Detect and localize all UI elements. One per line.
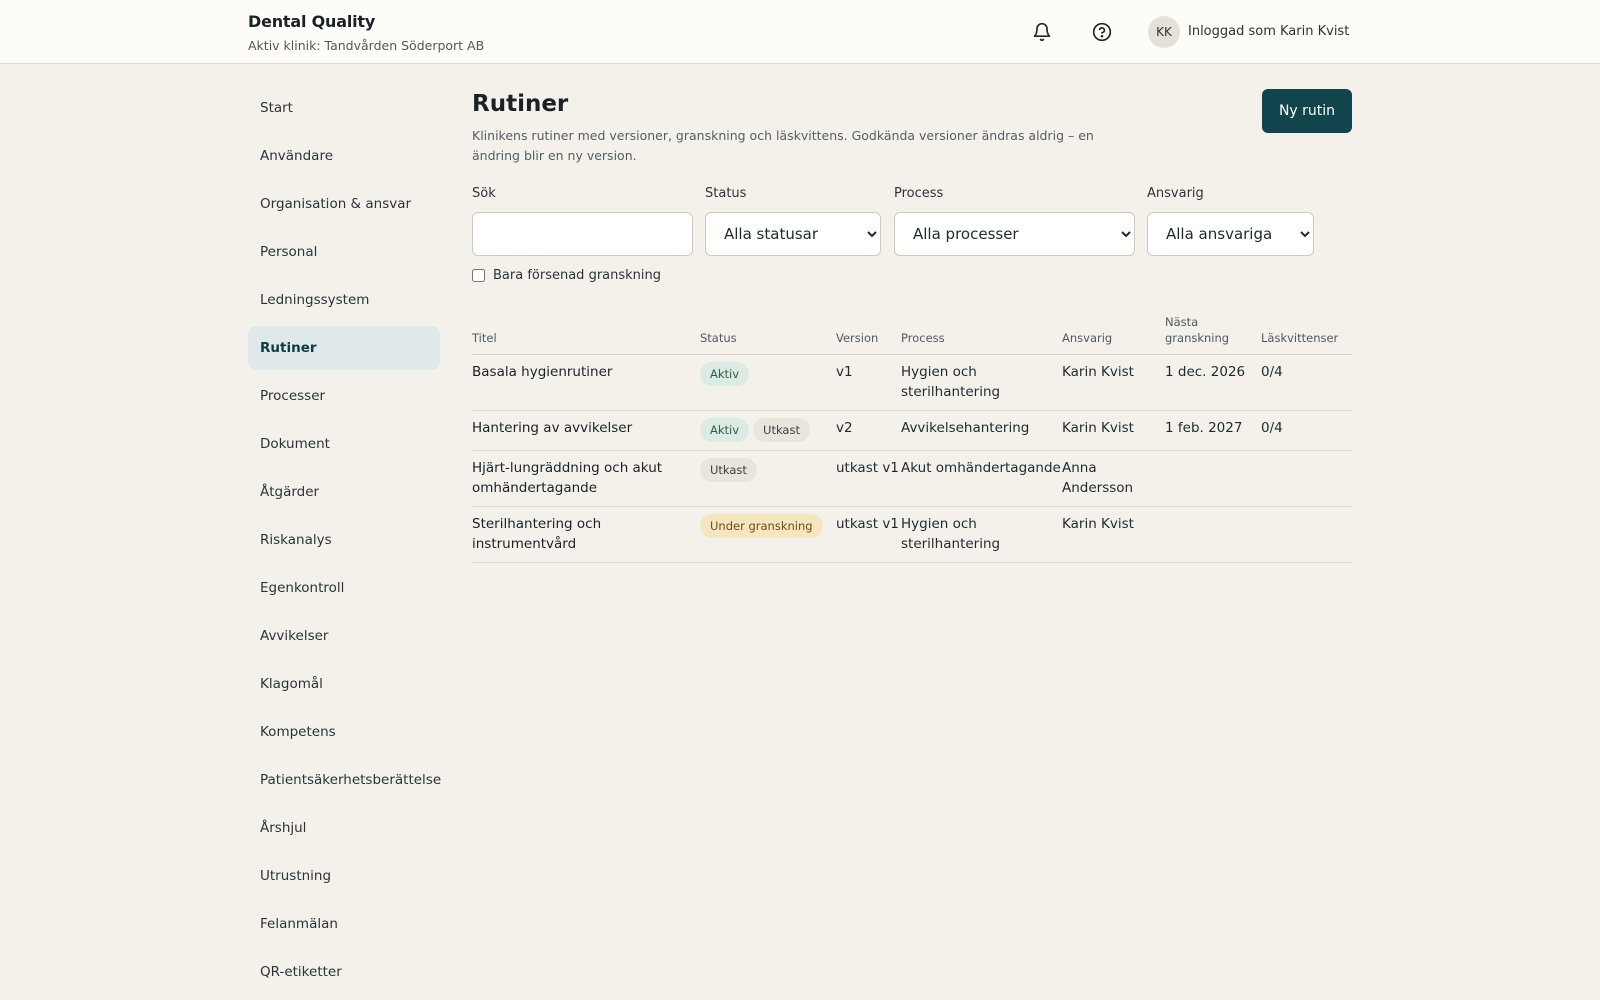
sidebar-item[interactable]: Riskanalys [248,518,440,562]
row-status: Aktiv [700,354,836,411]
table-row[interactable]: Hantering av avvikelser Aktiv Utkast v2 Avvi… [472,410,1352,451]
row-process: Hygien och sterilhantering [901,354,1062,411]
row-owner: Karin Kvist [1062,354,1165,411]
sidebar-item[interactable]: Rutiner [248,326,440,370]
sidebar-item[interactable]: Avvikelser [248,614,440,658]
process-select[interactable]: Alla processer [894,212,1135,256]
process-label: Process [894,186,944,201]
avatar[interactable]: KK [1148,16,1180,48]
sidebar-item[interactable]: Åtgärder [248,470,440,514]
sidebar-item[interactable]: Klagomål [248,662,440,706]
sidebar-item[interactable]: Felanmälan [248,902,440,946]
top-bar: Dental Quality Aktiv klinik: Tandvården … [0,0,1600,64]
status-badge: Utkast [753,418,810,442]
row-title: Hjärt-lungräddning och akut omhändertaga… [472,450,700,507]
col-process[interactable]: Process [901,314,1062,355]
status-badge: Aktiv [700,362,750,386]
brand: Dental Quality Aktiv klinik: Tandvården … [248,12,484,53]
col-read-receipts[interactable]: Läskvittenser [1261,314,1352,355]
row-read-receipts [1261,506,1352,563]
row-process: Hygien och sterilhantering [901,506,1062,563]
bell-icon[interactable] [1026,16,1058,48]
sidebar-item[interactable]: Årshjul [248,806,440,850]
sidebar-item[interactable]: QR-etiketter [248,950,440,994]
col-owner[interactable]: Ansvarig [1062,314,1165,355]
sidebar-item[interactable]: Processer [248,374,440,418]
owner-label: Ansvarig [1147,186,1204,201]
process-field: Process Alla processer [894,186,1135,256]
overdue-checkbox[interactable] [472,269,485,282]
row-read-receipts: 0/4 [1261,354,1352,411]
owner-field: Ansvarig Alla ansvariga [1147,186,1314,256]
sidebar-item[interactable]: Ledningssystem [248,278,440,322]
status-badge: Utkast [700,458,757,482]
sidebar-item[interactable]: Start [248,86,440,130]
row-read-receipts [1261,450,1352,507]
row-version: utkast v1 [836,450,901,507]
row-process: Avvikelsehantering [901,410,1062,451]
row-next-review: 1 feb. 2027 [1165,410,1261,451]
sidebar-item[interactable]: Organisation & ansvar [248,182,440,226]
col-status[interactable]: Status [700,314,836,355]
row-status: Under granskning [700,506,836,563]
help-circle-icon[interactable] [1086,16,1118,48]
row-next-review [1165,450,1261,507]
sidebar-item[interactable]: Dokument [248,422,440,466]
row-title: Hantering av avvikelser [472,410,700,451]
status-badge: Under granskning [700,514,823,538]
col-next-review[interactable]: Nästa granskning [1165,314,1261,355]
sidebar-item[interactable]: Personal [248,230,440,274]
status-select[interactable]: Alla statusar [705,212,881,256]
row-owner: Anna Andersson [1062,450,1165,507]
overdue-filter[interactable]: Bara försenad granskning [472,268,661,283]
new-routine-button[interactable]: Ny rutin [1262,89,1352,133]
app-title[interactable]: Dental Quality [248,12,484,31]
overdue-label: Bara försenad granskning [493,268,662,283]
sidebar-item[interactable]: Användare [248,134,440,178]
sidebar-item[interactable]: Egenkontroll [248,566,440,610]
col-title[interactable]: Titel [472,314,700,355]
row-read-receipts: 0/4 [1261,410,1352,451]
sidebar-item[interactable]: Utrustning [248,854,440,898]
table-row[interactable]: Basala hygienrutiner Aktiv v1 Hygien och st… [472,354,1352,411]
page-description: Klinikens rutiner med versioner, granskn… [472,128,1094,163]
routines-table: Titel Status Version Process Ansvarig Nä… [472,314,1352,563]
row-process: Akut omhändertagande [901,450,1062,507]
page-title: Rutiner [472,91,569,117]
row-next-review: 1 dec. 2026 [1165,354,1261,411]
table-row[interactable]: Sterilhantering och instrumentvård Under … [472,506,1352,563]
row-title: Basala hygienrutiner [472,354,700,411]
filter-bar: Sök Status Alla statusar Process Alla pr… [472,186,1352,266]
table-header-row: Titel Status Version Process Ansvarig Nä… [472,314,1352,355]
col-version[interactable]: Version [836,314,901,355]
row-owner: Karin Kvist [1062,506,1165,563]
search-label: Sök [472,186,496,201]
sidebar-nav: Start Användare Organisation & ansvar Perso… [248,86,441,998]
table-row[interactable]: Hjärt-lungräddning och akut omhändertaga… [472,450,1352,507]
status-field: Status Alla statusar [705,186,881,256]
sidebar-item[interactable]: Kompetens [248,710,440,754]
row-title: Sterilhantering och instrumentvård [472,506,700,563]
row-next-review [1165,506,1261,563]
search-field: Sök [472,186,693,256]
main-content: Rutiner Klinikens rutiner med versioner,… [472,88,1352,563]
status-label: Status [705,186,747,201]
search-input[interactable] [472,212,693,256]
row-version: utkast v1 [836,506,901,563]
user-label: Inloggad som Karin Kvist [1188,24,1350,39]
sidebar-item[interactable]: Patientsäkerhetsberättelse [248,758,441,802]
status-badge: Aktiv [700,418,750,442]
row-status: Utkast [700,450,836,507]
row-version: v1 [836,354,901,411]
row-status: Aktiv Utkast [700,410,836,451]
row-version: v2 [836,410,901,451]
active-clinic: Aktiv klinik: Tandvården Söderport AB [248,38,485,53]
row-owner: Karin Kvist [1062,410,1165,451]
owner-select[interactable]: Alla ansvariga [1147,212,1314,256]
